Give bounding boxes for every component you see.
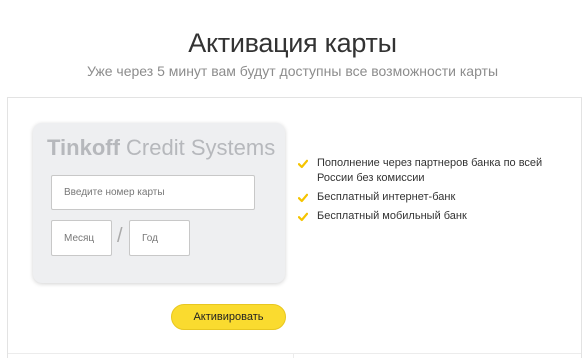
brand-product: Credit Systems [126, 135, 276, 160]
card-number-input[interactable]: Введите номер карты [51, 175, 255, 210]
page-title: Активация карты [188, 28, 397, 58]
card-form: Tinkoff Credit Systems Введите номер кар… [33, 123, 285, 283]
benefit-text: Пополнение через партнеров банка по всей… [317, 157, 543, 184]
benefit-item: Бесплатный интернет-банк [297, 190, 547, 205]
expiry-year-placeholder: Год [142, 232, 158, 244]
expiry-month-placeholder: Месяц [64, 232, 95, 244]
benefit-item: Бесплатный мобильный банк [297, 209, 547, 224]
benefits-list: Пополнение через партнеров банка по всей… [297, 156, 547, 228]
expiry-year-input[interactable]: Год [129, 220, 190, 256]
benefit-text: Бесплатный мобильный банк [317, 210, 467, 222]
card-brand-logo: Tinkoff Credit Systems [47, 135, 275, 161]
expiry-month-input[interactable]: Месяц [51, 220, 112, 256]
activation-panel: Tinkoff Credit Systems Введите номер кар… [7, 97, 582, 358]
benefit-text: Бесплатный интернет-банк [317, 191, 456, 203]
benefit-item: Пополнение через партнеров банка по всей… [297, 156, 547, 186]
panel-divider [8, 353, 581, 358]
check-icon [298, 193, 308, 203]
activate-button[interactable]: Активировать [171, 304, 286, 330]
page-subtitle: Уже через 5 минут вам будут доступны все… [86, 63, 499, 79]
brand-name: Tinkoff [47, 135, 120, 160]
card-number-placeholder: Введите номер карты [64, 187, 165, 198]
panel-divider-tick [293, 353, 294, 358]
check-icon [298, 159, 308, 169]
check-icon [298, 212, 308, 222]
expiry-separator: / [117, 225, 123, 247]
